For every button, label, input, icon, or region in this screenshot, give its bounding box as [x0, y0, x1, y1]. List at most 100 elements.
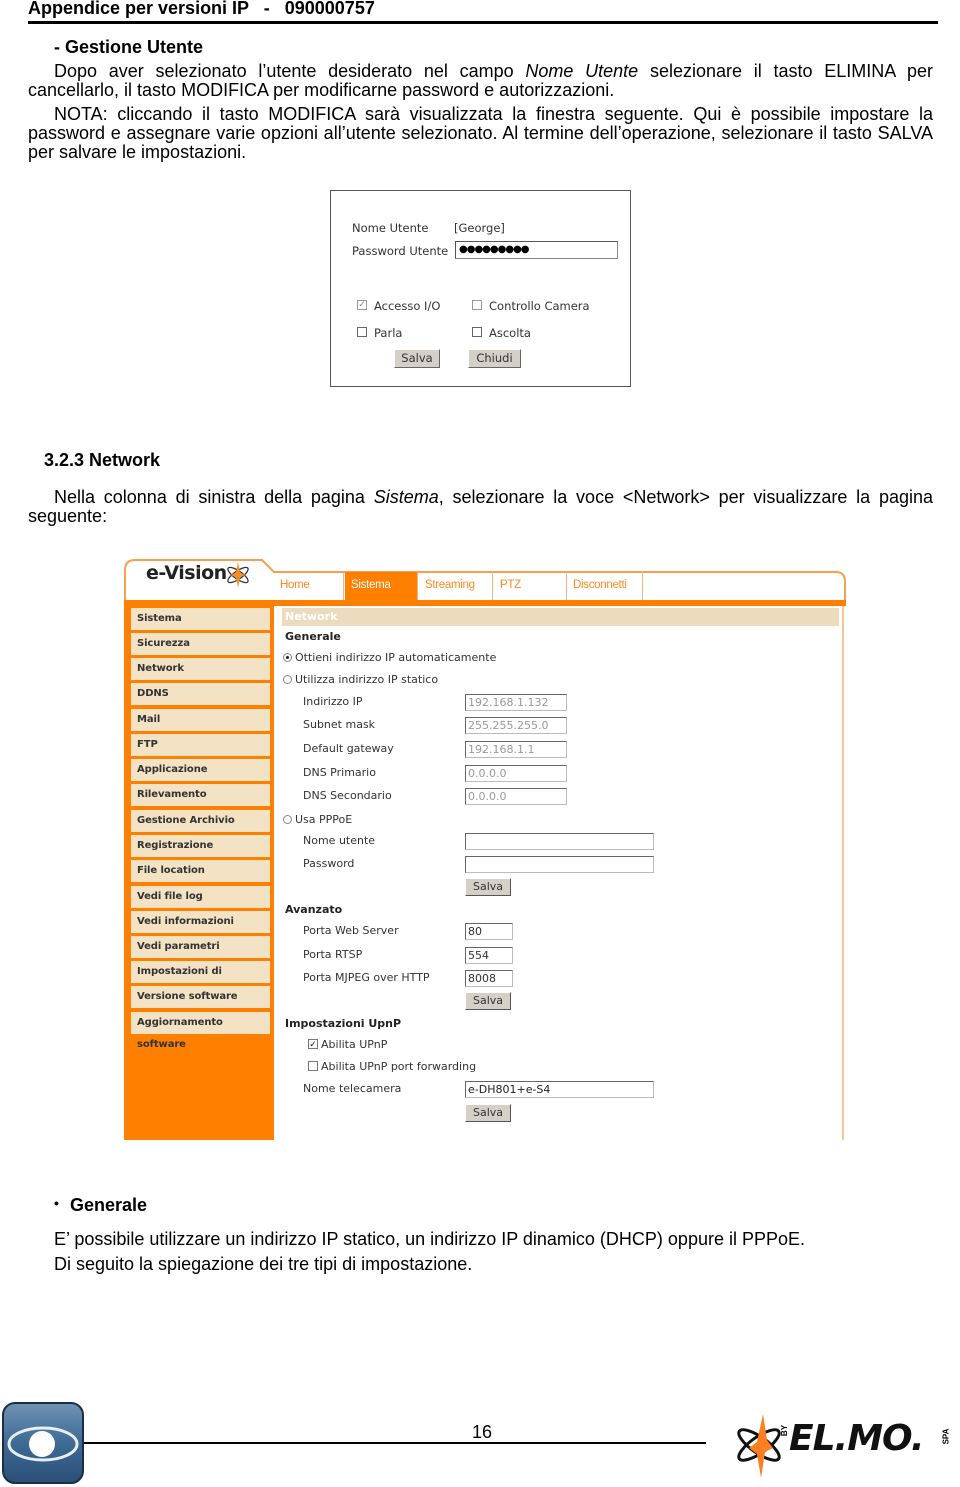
save-avanzato-button[interactable]: Salva [465, 992, 511, 1010]
evision-network-page: e-Vision Home Sistema Streaming PTZ Disc… [124, 558, 846, 1140]
pppoe-password-input[interactable] [465, 856, 654, 873]
password-input[interactable]: ●●●●●●●●● [455, 241, 618, 259]
checkbox-label: Controllo Camera [489, 299, 590, 313]
paragraph-network: Nella colonna di sinistra della pagina S… [28, 488, 933, 526]
tab-disconnetti[interactable]: Disconnetti [567, 572, 643, 600]
checkbox-controllo-camera[interactable] [472, 300, 482, 310]
checkbox-label: Parla [374, 326, 403, 340]
elmo-by-text: BY [780, 1424, 790, 1437]
generale-line-2: Di seguito la spiegazione dei tre tipi d… [54, 1254, 473, 1274]
mjpeg-port-input[interactable]: 8008 [465, 970, 513, 987]
field-label: Default gateway [303, 742, 394, 755]
checkbox-label: Accesso I/O [374, 299, 441, 313]
elmo-logo-star-icon [737, 1414, 781, 1478]
close-button[interactable]: Chiudi [468, 349, 521, 368]
bullet: • [54, 1195, 59, 1211]
radio-pppoe[interactable] [283, 815, 292, 824]
user-edit-dialog: Nome Utente [George] Password Utente ●●●… [330, 190, 631, 387]
section-avanzato: Avanzato [285, 903, 343, 916]
section-heading-generale: Generale [70, 1195, 148, 1215]
username-value: [George] [454, 221, 505, 235]
sidebar-item-gestione-archivio[interactable]: Gestione Archivio [131, 810, 270, 832]
radio-label: Utilizza indirizzo IP statico [295, 673, 439, 686]
section-heading-network: 3.2.3 Network [44, 450, 161, 470]
sidebar-item-vedi-file-log[interactable]: Vedi file log [131, 886, 270, 908]
sidebar-item-file-location[interactable]: File location [131, 860, 270, 882]
checkbox-parla[interactable] [357, 327, 367, 337]
header-rule [28, 21, 938, 24]
network-form: Network Generale Ottieni indirizzo IP au… [274, 606, 844, 1140]
sidebar-item-impostazioni-di-fabbrica[interactable]: Impostazioni di fabbrica [131, 961, 270, 999]
sidebar-item-vedi-informazioni-utenti[interactable]: Vedi informazioni utenti [131, 911, 270, 949]
checkbox-label: Abilita UPnP [321, 1038, 388, 1051]
field-label: Porta RTSP [303, 948, 363, 961]
radio-label: Ottieni indirizzo IP automaticamente [295, 651, 497, 664]
evision-logo-star-icon [227, 562, 249, 588]
username-label: Nome Utente [352, 221, 429, 235]
sidebar-item-sicurezza[interactable]: Sicurezza [131, 633, 270, 655]
tab-streaming[interactable]: Streaming [419, 572, 493, 600]
section-generale: Generale [285, 630, 341, 643]
eye-logo-icon [2, 1402, 84, 1484]
field-label: Indirizzo IP [303, 695, 363, 708]
page-number: 16 [472, 1422, 493, 1442]
para-text: Dopo aver selezionato l’utente desiderat… [54, 61, 526, 81]
document-header: Appendice per versioni IP - 090000757 [28, 0, 375, 18]
para-text: NOTA: cliccando il tasto MODIFICA sarà v… [28, 104, 933, 162]
checkbox-ascolta[interactable] [472, 327, 482, 337]
section-upnp: Impostazioni UpnP [285, 1017, 402, 1030]
ip-address-input[interactable]: 192.168.1.132 [465, 694, 567, 711]
checkbox-accesso-io[interactable]: ✓ [357, 300, 367, 310]
save-button[interactable]: Salva [394, 349, 440, 368]
para-text: Nella colonna di sinistra della pagina [54, 487, 374, 507]
tab-home[interactable]: Home [274, 572, 344, 600]
checkbox-upnp-port-forwarding[interactable] [308, 1061, 318, 1071]
checkbox-label: Ascolta [489, 326, 531, 340]
page-title: Network [282, 608, 839, 626]
para-italic: Sistema [373, 487, 439, 507]
sidebar-item-versione-software[interactable]: Versione software [131, 986, 270, 1008]
camera-name-input[interactable]: e-DH801+e-S4 [465, 1081, 654, 1098]
password-label: Password Utente [352, 244, 449, 258]
field-label: DNS Primario [303, 766, 376, 779]
default-gateway-input[interactable]: 192.168.1.1 [465, 741, 567, 758]
section-heading-gestione-utente: - Gestione Utente [54, 37, 204, 57]
field-label: Porta Web Server [303, 924, 399, 937]
sidebar-item-network[interactable]: Network [131, 658, 270, 680]
tab-ptz[interactable]: PTZ [494, 572, 567, 600]
paragraph-gestione-utente: Dopo aver selezionato l’utente desiderat… [28, 62, 933, 100]
tab-sistema[interactable]: Sistema [345, 572, 418, 600]
checkbox-enable-upnp[interactable]: ✓ [308, 1039, 318, 1049]
sidebar-item-ftp[interactable]: FTP [131, 734, 270, 756]
dns-secondary-input[interactable]: 0.0.0.0 [465, 788, 567, 805]
field-label: Nome utente [303, 834, 376, 847]
sidebar-item-mail[interactable]: Mail [131, 709, 270, 731]
generale-line-1: E’ possibile utilizzare un indirizzo IP … [54, 1229, 805, 1249]
dns-primary-input[interactable]: 0.0.0.0 [465, 765, 567, 782]
web-server-port-input[interactable]: 80 [465, 923, 513, 940]
rtsp-port-input[interactable]: 554 [465, 947, 513, 964]
pppoe-username-input[interactable] [465, 833, 654, 850]
sidebar-item-registrazione[interactable]: Registrazione [131, 835, 270, 857]
elmo-brand-text: EL.MO. [789, 1418, 925, 1459]
elmo-spa-text: SPA [941, 1428, 951, 1445]
field-label: DNS Secondario [303, 789, 392, 802]
save-generale-button[interactable]: Salva [465, 878, 511, 896]
radio-ip-static[interactable] [283, 675, 292, 684]
elmo-logo: BY EL.MO. SPA [733, 1412, 958, 1480]
sidebar-item-sistema[interactable]: Sistema [131, 608, 270, 630]
paragraph-nota: NOTA: cliccando il tasto MODIFICA sarà v… [28, 105, 933, 162]
field-label: Nome telecamera [303, 1082, 402, 1095]
sidebar-item-vedi-parametri[interactable]: Vedi parametri [131, 936, 270, 958]
save-upnp-button[interactable]: Salva [465, 1104, 511, 1122]
footer-rule [84, 1442, 706, 1444]
sidebar-item-ddns[interactable]: DDNS [131, 683, 270, 705]
sidebar-item-aggiornamento-software[interactable]: Aggiornamento software [131, 1012, 270, 1050]
checkbox-label: Abilita UPnP port forwarding [321, 1060, 477, 1073]
evision-logo: e-Vision [146, 562, 227, 584]
sidebar-item-applicazione[interactable]: Applicazione [131, 759, 270, 781]
subnet-mask-input[interactable]: 255.255.255.0 [465, 717, 567, 734]
radio-ip-auto[interactable] [283, 653, 292, 662]
sidebar-item-rilevamento-movimento[interactable]: Rilevamento Movimento [131, 784, 270, 822]
field-label: Porta MJPEG over HTTP [303, 971, 430, 984]
